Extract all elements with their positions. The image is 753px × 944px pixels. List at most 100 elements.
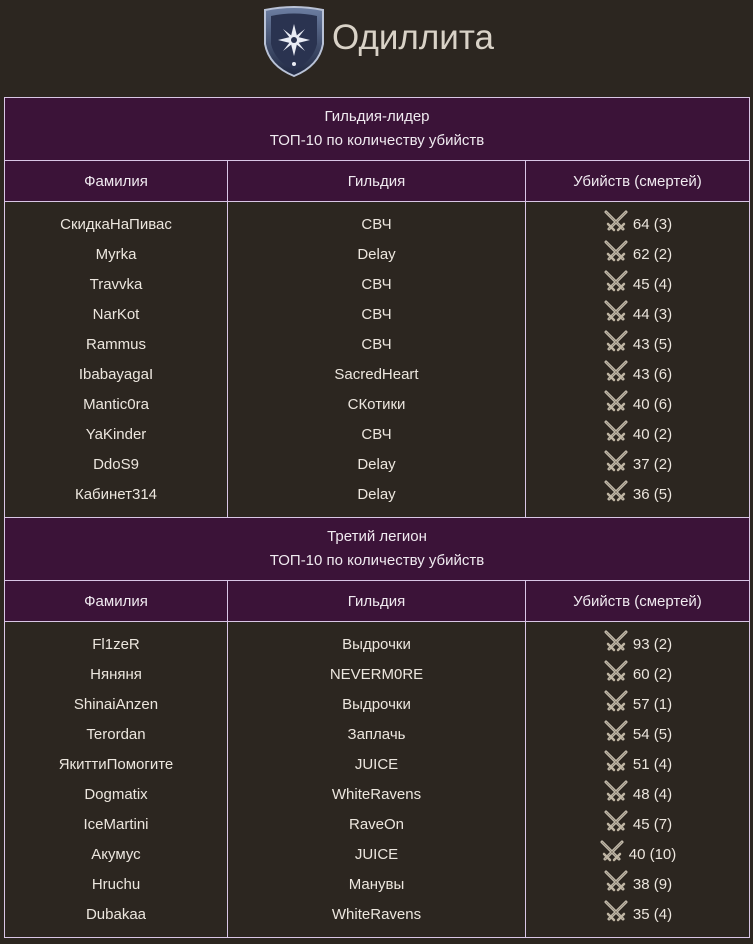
player-name: DdoS9 bbox=[93, 456, 139, 473]
player-name: Rammus bbox=[85, 336, 146, 353]
player-name: Fl1zeR bbox=[92, 636, 140, 653]
kills-deaths: 44 (3) bbox=[632, 306, 673, 323]
guild-name: JUICE bbox=[354, 846, 399, 863]
guild-name: SacredHeart bbox=[334, 366, 419, 383]
player-name: Myrka bbox=[95, 246, 137, 263]
list-item: Delay bbox=[228, 480, 525, 510]
list-item: NarKot bbox=[5, 300, 227, 330]
player-name: Mantic0ra bbox=[83, 396, 149, 413]
player-name: Акумус bbox=[91, 846, 141, 863]
page-header: Одиллита bbox=[0, 0, 753, 84]
list-item: 51 (4) bbox=[526, 750, 749, 780]
crossed-swords-icon bbox=[604, 420, 628, 442]
guild-name: СВЧ bbox=[361, 216, 392, 233]
guild-name-column: СВЧ Delay СВЧ СВЧ СВЧ SacredHeart СКотики СВЧ De… bbox=[227, 201, 526, 518]
guild-name: WhiteRavens bbox=[331, 906, 422, 923]
section-body: Fl1zeR Няняня ShinaiAnzen Terordan ЯкиттиПом… bbox=[4, 621, 750, 938]
list-item: RaveOn bbox=[228, 810, 525, 840]
list-item: 35 (4) bbox=[526, 900, 749, 930]
kills-deaths: 38 (9) bbox=[632, 876, 673, 893]
guild-name: Delay bbox=[357, 456, 396, 473]
list-item: СВЧ bbox=[228, 300, 525, 330]
list-item: Заплачь bbox=[228, 720, 525, 750]
list-item: 48 (4) bbox=[526, 780, 749, 810]
column-header: Убийств (смертей) bbox=[525, 580, 750, 622]
kills-deaths: 43 (5) bbox=[632, 336, 673, 353]
kills-deaths: 48 (4) bbox=[632, 786, 673, 803]
section-subtitle: ТОП-10 по количеству убийств bbox=[269, 552, 485, 569]
guild-name: СКотики bbox=[347, 396, 406, 413]
crossed-swords-icon bbox=[604, 210, 628, 232]
crossed-swords-icon bbox=[604, 330, 628, 352]
crossed-swords-icon bbox=[604, 270, 628, 292]
list-item: NEVERM0RE bbox=[228, 660, 525, 690]
player-name: IbabayagaI bbox=[78, 366, 154, 383]
player-name: ЯкиттиПомогите bbox=[58, 756, 174, 773]
guild-name: СВЧ bbox=[361, 426, 392, 443]
guild-name: RaveOn bbox=[348, 816, 405, 833]
guild-name: Манувы bbox=[348, 876, 405, 893]
section-body: СкидкаНаПивас Myrka Travvka NarKot Rammus Iba… bbox=[4, 201, 750, 518]
list-item: 43 (5) bbox=[526, 330, 749, 360]
list-item: 40 (6) bbox=[526, 390, 749, 420]
list-item: Манувы bbox=[228, 870, 525, 900]
crossed-swords-icon bbox=[604, 480, 628, 502]
guild-name: JUICE bbox=[354, 756, 399, 773]
kills-deaths: 45 (4) bbox=[632, 276, 673, 293]
kills-deaths: 64 (3) bbox=[632, 216, 673, 233]
player-name: Кабинет314 bbox=[74, 486, 158, 503]
player-name: YaKinder bbox=[85, 426, 147, 443]
crossed-swords-icon bbox=[604, 780, 628, 802]
crossed-swords-icon bbox=[604, 300, 628, 322]
guild-name: СВЧ bbox=[361, 336, 392, 353]
list-item: СВЧ bbox=[228, 270, 525, 300]
kills-deaths: 40 (6) bbox=[632, 396, 673, 413]
list-item: 38 (9) bbox=[526, 870, 749, 900]
list-item: 43 (6) bbox=[526, 360, 749, 390]
kills-deaths-column: 64 (3) 62 (2) 45 (4) 44 (3) 43 (5) 43 (6) 40 (… bbox=[525, 201, 750, 518]
list-item: СВЧ bbox=[228, 420, 525, 450]
crossed-swords-icon bbox=[604, 900, 628, 922]
crossed-swords-icon bbox=[604, 240, 628, 262]
kills-deaths: 37 (2) bbox=[632, 456, 673, 473]
rankings-table: Гильдия-лидер ТОП-10 по количеству убийст… bbox=[4, 97, 750, 938]
page-title: Одиллита bbox=[332, 18, 494, 57]
player-name: IceMartini bbox=[83, 816, 149, 833]
list-item: WhiteRavens bbox=[228, 780, 525, 810]
kills-deaths: 35 (4) bbox=[632, 906, 673, 923]
guild-name: СВЧ bbox=[361, 306, 392, 323]
list-item: СкидкаНаПивас bbox=[5, 210, 227, 240]
guild-name-column: Выдрочки NEVERM0RE Выдрочки Заплачь JUICE Whi… bbox=[227, 621, 526, 938]
crossed-swords-icon bbox=[604, 870, 628, 892]
kills-deaths: 40 (10) bbox=[628, 846, 677, 863]
kills-deaths: 93 (2) bbox=[632, 636, 673, 653]
column-header: Гильдия bbox=[227, 580, 526, 622]
list-item: 44 (3) bbox=[526, 300, 749, 330]
list-item: Fl1zeR bbox=[5, 630, 227, 660]
list-item: 64 (3) bbox=[526, 210, 749, 240]
crossed-swords-icon bbox=[604, 450, 628, 472]
section-header: Гильдия-лидер ТОП-10 по количеству убийст… bbox=[4, 97, 750, 161]
list-item: СКотики bbox=[228, 390, 525, 420]
guild-crest-icon bbox=[264, 6, 324, 78]
list-item: IbabayagaI bbox=[5, 360, 227, 390]
list-item: 45 (4) bbox=[526, 270, 749, 300]
kills-deaths: 51 (4) bbox=[632, 756, 673, 773]
crossed-swords-icon bbox=[604, 390, 628, 412]
list-item: 60 (2) bbox=[526, 660, 749, 690]
section-title-cell: Гильдия-лидер ТОП-10 по количеству убийст… bbox=[4, 97, 750, 161]
kills-deaths: 62 (2) bbox=[632, 246, 673, 263]
kills-deaths: 43 (6) bbox=[632, 366, 673, 383]
column-header: Фамилия bbox=[4, 160, 228, 202]
list-item: Dogmatix bbox=[5, 780, 227, 810]
column-header: Гильдия bbox=[227, 160, 526, 202]
kills-deaths: 40 (2) bbox=[632, 426, 673, 443]
crossed-swords-icon bbox=[604, 630, 628, 652]
player-name: Travvka bbox=[89, 276, 143, 293]
section-subtitle: ТОП-10 по количеству убийств bbox=[269, 132, 485, 149]
guild-name: Выдрочки bbox=[342, 696, 411, 713]
list-item: Delay bbox=[228, 240, 525, 270]
crossed-swords-icon bbox=[604, 690, 628, 712]
list-item: JUICE bbox=[228, 750, 525, 780]
player-name: Hruchu bbox=[91, 876, 141, 893]
